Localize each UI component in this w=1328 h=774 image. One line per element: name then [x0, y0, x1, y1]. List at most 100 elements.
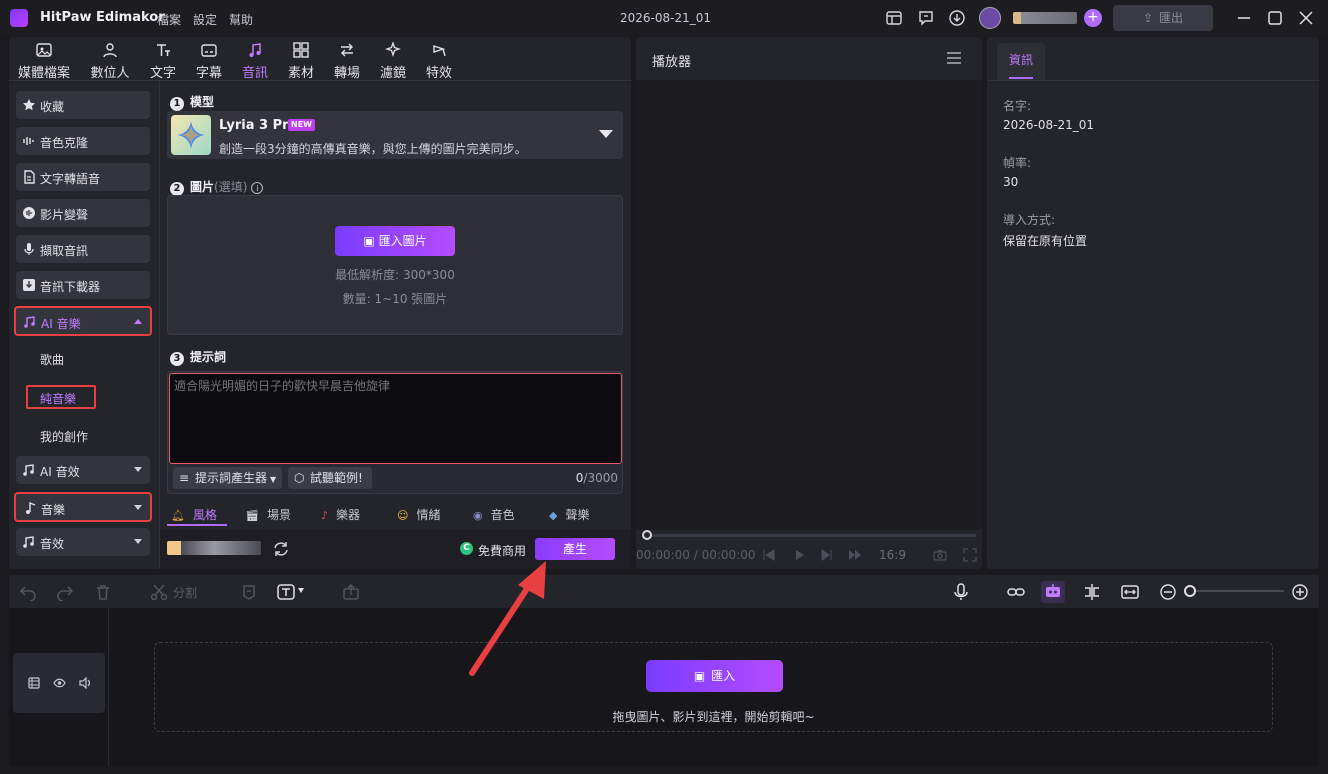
- eye-icon[interactable]: [53, 677, 66, 689]
- video-preview: [636, 80, 982, 530]
- upgrade-plus-button[interactable]: +: [1084, 9, 1102, 27]
- tab-digital-human[interactable]: 數位人: [84, 40, 136, 81]
- redo-icon[interactable]: [56, 583, 74, 601]
- section-label: 圖片: [190, 180, 215, 194]
- sidebar-item-tts[interactable]: 文字轉語音: [16, 163, 150, 191]
- sidebar-sub-item-instrumental[interactable]: 純音樂: [40, 390, 76, 407]
- image-section-title: 2 圖片(選填) i: [170, 178, 264, 196]
- menu-help[interactable]: 幫助: [229, 11, 253, 28]
- film-icon[interactable]: [28, 677, 40, 689]
- tab-transition[interactable]: 轉場: [321, 40, 373, 81]
- feedback-icon[interactable]: [917, 9, 935, 27]
- style-tab-mood[interactable]: ☺ 情緒: [397, 506, 440, 523]
- tab-info[interactable]: 資訊: [997, 43, 1045, 81]
- ai-assist-toggle[interactable]: [1041, 581, 1065, 603]
- skip-back-icon[interactable]: [762, 548, 776, 562]
- record-voice-icon[interactable]: [952, 583, 970, 601]
- tab-label: 數位人: [90, 66, 130, 81]
- sidebar-item-audio-downloader[interactable]: 音訊下載器: [16, 271, 150, 299]
- chevron-down-icon[interactable]: [298, 588, 304, 593]
- tab-audio[interactable]: 音訊: [229, 40, 281, 81]
- step-forward-icon[interactable]: [820, 548, 834, 562]
- zoom-out-icon[interactable]: [1159, 583, 1177, 601]
- sidebar-sub-item-my-creations[interactable]: 我的創作: [40, 428, 88, 445]
- app-logo: [10, 9, 28, 27]
- zoom-slider-track[interactable]: [1192, 590, 1284, 592]
- waveform-icon: [23, 137, 34, 145]
- user-avatar[interactable]: [979, 7, 1001, 29]
- split-track-icon[interactable]: [1083, 583, 1101, 601]
- import-media-button[interactable]: ▣ 匯入: [646, 660, 783, 692]
- commercial-use-icon: C: [460, 542, 473, 555]
- volume-icon[interactable]: [79, 677, 92, 689]
- sidebar-item-ai-music[interactable]: AI 音樂: [14, 306, 152, 336]
- seek-bar[interactable]: [646, 534, 976, 537]
- elements-icon: [293, 42, 309, 58]
- style-tab-scene[interactable]: 🎬︎ 場景: [245, 506, 291, 523]
- info-panel: [987, 37, 1319, 569]
- fit-width-icon[interactable]: [1121, 583, 1139, 601]
- timeline-divider: [108, 608, 109, 766]
- undo-icon[interactable]: [19, 583, 37, 601]
- scissors-icon[interactable]: [150, 583, 168, 601]
- menu-settings[interactable]: 設定: [193, 11, 217, 28]
- zoom-in-icon[interactable]: [1291, 583, 1309, 601]
- aspect-ratio[interactable]: 16:9: [879, 548, 906, 562]
- sidebar-item-voice-clone[interactable]: 音色克隆: [16, 127, 150, 155]
- export-button[interactable]: ⇪ 匯出: [1113, 5, 1213, 31]
- subtitle-icon: [201, 44, 217, 57]
- prompt-input[interactable]: [169, 373, 622, 464]
- tab-media[interactable]: 媒體檔案: [18, 40, 70, 81]
- zoom-slider-handle[interactable]: [1184, 585, 1196, 597]
- tab-elements[interactable]: 素材: [275, 40, 327, 81]
- fullscreen-icon[interactable]: [963, 548, 977, 562]
- sidebar-item-sfx[interactable]: 音效: [16, 528, 150, 556]
- tab-label: 風格: [192, 508, 217, 522]
- download-icon[interactable]: [948, 9, 966, 27]
- maximize-icon[interactable]: [1266, 9, 1284, 27]
- tab-subtitle[interactable]: 字幕: [183, 40, 235, 81]
- button-label: 匯入: [711, 669, 736, 683]
- export-frame-icon[interactable]: [342, 583, 360, 601]
- close-icon[interactable]: [1297, 9, 1315, 27]
- play-icon[interactable]: [792, 548, 806, 562]
- info-label-import-mode: 導入方式:: [1003, 213, 1056, 227]
- sidebar-item-extract-audio[interactable]: 擷取音訊: [16, 235, 150, 263]
- seek-handle[interactable]: [642, 530, 652, 540]
- import-image-button[interactable]: ▣ 匯入圖片: [335, 226, 455, 256]
- info-icon[interactable]: i: [251, 182, 264, 194]
- chevron-down-icon[interactable]: [599, 130, 613, 138]
- menu-file[interactable]: 檔案: [157, 11, 181, 28]
- sidebar-sub-item-songs[interactable]: 歌曲: [40, 351, 64, 368]
- prompt-generator-button[interactable]: ≡ 提示詞產生器 ▼: [173, 467, 282, 489]
- sidebar-item-voice-changer[interactable]: 影片變聲: [16, 199, 150, 227]
- style-tab-vocal[interactable]: ◆ 聲樂: [549, 506, 589, 523]
- media-icon: [36, 43, 52, 57]
- text-box-icon[interactable]: [277, 583, 295, 601]
- speaker-icon: ◉: [473, 509, 483, 522]
- link-icon[interactable]: [1007, 583, 1025, 601]
- bell-icon: 🔔︎: [171, 509, 185, 522]
- refresh-icon[interactable]: [272, 540, 290, 558]
- try-example-button[interactable]: ⬡ 試聽範例!: [288, 467, 372, 489]
- fast-forward-icon[interactable]: [848, 548, 862, 562]
- style-tab-timbre[interactable]: ◉ 音色: [473, 506, 515, 523]
- sidebar-divider: [159, 81, 160, 569]
- style-tab-style[interactable]: 🔔︎ 風格: [171, 506, 217, 523]
- image-upload-area[interactable]: [167, 195, 623, 335]
- camera-icon[interactable]: [933, 548, 947, 562]
- tab-effects[interactable]: 特效: [413, 40, 465, 81]
- sidebar-item-favorites[interactable]: 收藏: [16, 91, 150, 119]
- step-number: 2: [170, 182, 184, 196]
- trash-icon[interactable]: [94, 583, 112, 601]
- sidebar-item-ai-sfx[interactable]: AI 音效: [16, 456, 150, 484]
- tab-filter[interactable]: 濾鏡: [367, 40, 419, 81]
- style-tab-instrument[interactable]: ♪ 樂器: [321, 506, 360, 523]
- sidebar-item-music[interactable]: 音樂: [14, 492, 152, 522]
- split-label[interactable]: 分割: [173, 584, 197, 601]
- minimize-icon[interactable]: [1235, 9, 1253, 27]
- marker-icon[interactable]: [240, 583, 258, 601]
- hamburger-menu-icon[interactable]: [946, 51, 962, 65]
- layout-icon[interactable]: [885, 9, 903, 27]
- tab-text[interactable]: 文字: [137, 40, 189, 81]
